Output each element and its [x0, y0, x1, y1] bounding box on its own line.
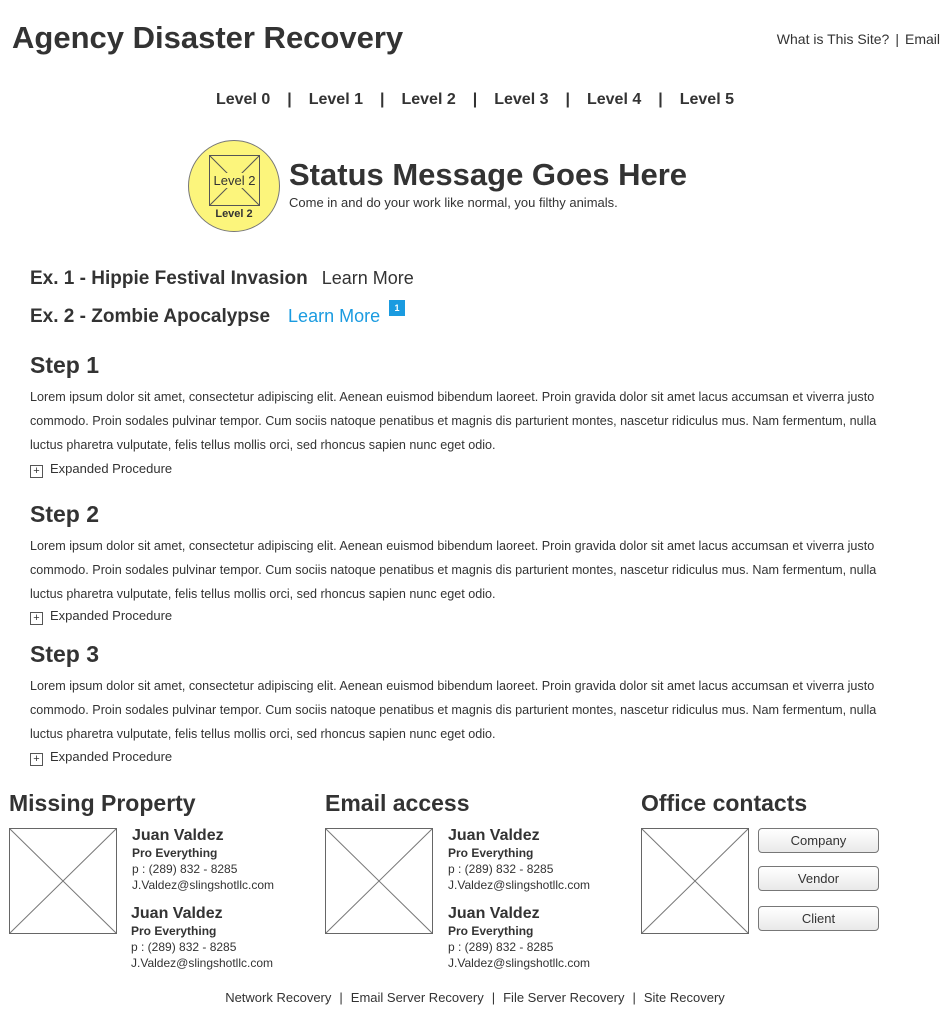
level-nav-item-1[interactable]: Level 1 [309, 91, 363, 109]
office-contacts-image [641, 828, 749, 934]
status-title: Status Message Goes Here [289, 157, 688, 192]
bottom-nav: Network Recovery | Email Server Recovery | F… [0, 990, 950, 1005]
level-image-placeholder: Level 2 [209, 155, 260, 206]
missing-property-title: Missing Property [9, 790, 196, 816]
level-nav-separator: | [472, 91, 478, 108]
image-placeholder-icon [9, 828, 117, 934]
level-nav: Level 0 | Level 1 | Level 2 | Level 3 | Level 4 |… [0, 91, 950, 109]
example-1-learn-more-link[interactable]: Learn More [322, 268, 414, 288]
status-subtitle: Come in and do your work like normal, yo… [289, 195, 618, 210]
contact-email-link[interactable]: J.Valdez@slingshotllc.com [448, 955, 590, 971]
status-level-badge: Level 2 Level 2 [188, 140, 280, 232]
contact-role: Pro Everything [131, 924, 217, 938]
step-1-title: Step 1 [30, 352, 100, 378]
level-badge-label: Level 2 [215, 208, 253, 220]
top-links-separator: | [895, 31, 899, 47]
level-nav-item-5[interactable]: Level 5 [680, 91, 734, 109]
contact-phone: p : (289) 832 - 8285 [131, 940, 237, 954]
level-nav-item-2[interactable]: Level 2 [401, 91, 455, 109]
email-server-recovery-link[interactable]: Email Server Recovery [351, 990, 484, 1005]
level-image-label: Level 2 [213, 173, 256, 188]
step-2-expander[interactable]: + Expanded Procedure [30, 608, 172, 625]
level-nav-separator: | [380, 91, 385, 108]
step-2-expander-label[interactable]: Expanded Procedure [50, 608, 172, 623]
example-1: Ex. 1 - Hippie Festival Invasion Learn Mo… [30, 268, 414, 290]
contact-phone: p : (289) 832 - 8285 [132, 862, 238, 876]
step-1-expander-label[interactable]: Expanded Procedure [50, 461, 172, 476]
contact-name: Juan Valdez [132, 827, 224, 844]
top-links: What is This Site? | Email [777, 31, 940, 47]
email-access-title: Email access [325, 790, 470, 816]
bottom-nav-separator: | [632, 990, 636, 1005]
level-nav-item-4[interactable]: Level 4 [587, 91, 641, 109]
email-access-image [325, 828, 433, 934]
client-button[interactable]: Client [758, 906, 879, 931]
example-1-title: Ex. 1 - Hippie Festival Invasion [30, 268, 308, 289]
example-2: Ex. 2 - Zombie Apocalypse Learn More [30, 306, 380, 328]
site-recovery-link[interactable]: Site Recovery [644, 990, 725, 1005]
office-contacts-section: Office contacts [641, 790, 807, 817]
office-contacts-title: Office contacts [641, 790, 808, 816]
plus-icon[interactable]: + [30, 612, 43, 625]
contact-phone: p : (289) 832 - 8285 [448, 940, 554, 954]
step-3-title: Step 3 [30, 641, 100, 667]
plus-icon[interactable]: + [30, 753, 43, 766]
step-3-expander[interactable]: + Expanded Procedure [30, 749, 172, 766]
example-2-learn-more-link[interactable]: Learn More [288, 306, 380, 326]
contact-phone: p : (289) 832 - 8285 [448, 862, 554, 876]
contact-name: Juan Valdez [448, 827, 540, 844]
contact-email-link[interactable]: J.Valdez@slingshotllc.com [132, 877, 274, 893]
note-badge: 1 [389, 300, 405, 316]
contact-card: Juan Valdez Pro Everything p : (289) 832… [448, 827, 590, 893]
contact-card: Juan Valdez Pro Everything p : (289) 832… [131, 905, 273, 971]
image-placeholder-icon [325, 828, 433, 934]
level-nav-separator: | [658, 91, 663, 108]
level-nav-item-3[interactable]: Level 3 [494, 91, 548, 109]
step-2-title: Step 2 [30, 501, 100, 527]
email-link[interactable]: Email [905, 31, 940, 47]
level-nav-item-0[interactable]: Level 0 [216, 91, 270, 109]
contact-card: Juan Valdez Pro Everything p : (289) 832… [132, 827, 274, 893]
bottom-nav-separator: | [491, 990, 496, 1005]
example-2-title: Ex. 2 - Zombie Apocalypse [30, 306, 271, 327]
plus-icon[interactable]: + [30, 465, 43, 478]
site-title: Agency Disaster Recovery [12, 20, 404, 55]
image-placeholder-icon [641, 828, 749, 934]
level-nav-separator: | [287, 91, 292, 108]
missing-property-section: Missing Property [9, 790, 196, 817]
step-1-body: Lorem ipsum dolor sit amet, consectetur … [30, 390, 877, 452]
contact-name: Juan Valdez [131, 905, 223, 922]
bottom-nav-separator: | [339, 990, 343, 1005]
contact-role: Pro Everything [448, 924, 534, 938]
step-1-expander[interactable]: + Expanded Procedure [30, 461, 172, 478]
vendor-button[interactable]: Vendor [758, 866, 879, 891]
contact-email-link[interactable]: J.Valdez@slingshotllc.com [448, 877, 590, 893]
contact-name: Juan Valdez [448, 905, 540, 922]
email-access-section: Email access [325, 790, 470, 817]
step-2-body: Lorem ipsum dolor sit amet, consectetur … [30, 539, 877, 601]
missing-property-image [9, 828, 117, 934]
contact-role: Pro Everything [132, 846, 218, 860]
contact-card: Juan Valdez Pro Everything p : (289) 832… [448, 905, 590, 971]
contact-email-link[interactable]: J.Valdez@slingshotllc.com [131, 955, 273, 971]
file-server-recovery-link[interactable]: File Server Recovery [503, 990, 624, 1005]
level-nav-separator: | [565, 91, 570, 108]
network-recovery-link[interactable]: Network Recovery [225, 990, 331, 1005]
step-3-expander-label[interactable]: Expanded Procedure [50, 749, 172, 764]
what-is-this-site-link[interactable]: What is This Site? [777, 31, 890, 47]
company-button[interactable]: Company [758, 828, 879, 853]
contact-role: Pro Everything [448, 846, 534, 860]
step-3-body: Lorem ipsum dolor sit amet, consectetur … [30, 679, 877, 741]
